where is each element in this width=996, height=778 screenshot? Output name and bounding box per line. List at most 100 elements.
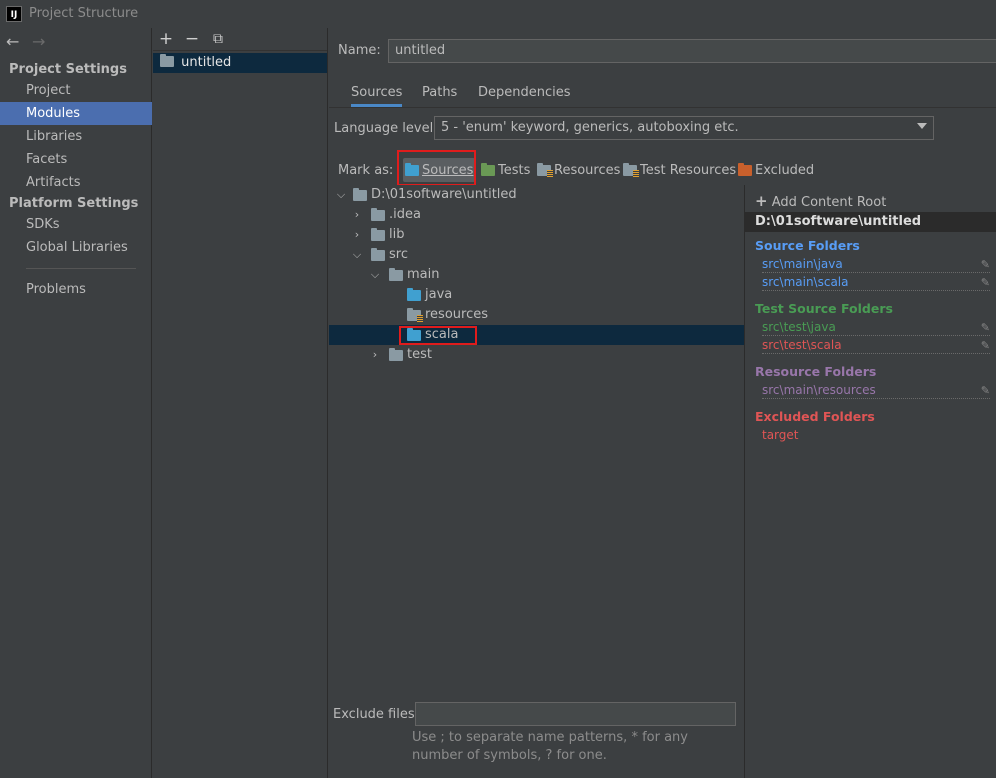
folder-icon: [389, 348, 403, 361]
chevron-down-icon[interactable]: ⌵: [369, 265, 381, 285]
nav-item-facets[interactable]: Facets: [0, 148, 152, 171]
mark-as-label: Mark as:: [338, 163, 394, 178]
intellij-logo-icon: IJ: [6, 6, 22, 22]
test-source-folder-item[interactable]: src\test\java ✎: [762, 320, 990, 336]
nav-item-modules[interactable]: Modules: [0, 102, 152, 125]
tree-row-java[interactable]: java: [329, 285, 745, 305]
highlight-box-sources: [397, 150, 476, 186]
add-content-root-label: Add Content Root: [771, 195, 887, 210]
tab-sources[interactable]: Sources: [351, 81, 403, 107]
tree-label-test: test: [407, 347, 432, 362]
edit-pencil-icon[interactable]: ✎: [981, 275, 990, 290]
title-bar: IJ Project Structure: [0, 0, 996, 28]
test-source-folders-title: Test Source Folders: [755, 301, 893, 316]
mark-tests-label: Tests: [498, 162, 531, 178]
resources-folder-icon: [407, 308, 423, 322]
tree-label-resources: resources: [425, 307, 489, 322]
source-folder-item[interactable]: src\main\java ✎: [762, 257, 990, 273]
folder-tree: ⌵ D:\01software\untitled › .idea › lib ⌵…: [329, 185, 745, 705]
back-arrow-icon[interactable]: ←: [6, 32, 19, 51]
mark-test-resources-label: Test Resources: [640, 162, 737, 178]
nav-item-libraries[interactable]: Libraries: [0, 125, 152, 148]
chevron-right-icon[interactable]: ›: [351, 205, 363, 225]
settings-nav: ← → Project Settings Project Modules Lib…: [0, 28, 152, 778]
edit-pencil-icon[interactable]: ✎: [981, 257, 990, 272]
content-root-path[interactable]: D:\01software\untitled: [745, 212, 996, 232]
tree-row-lib[interactable]: › lib: [329, 225, 745, 245]
tab-paths[interactable]: Paths: [422, 81, 457, 107]
nav-divider: [26, 268, 136, 269]
tests-folder-icon: [481, 162, 495, 176]
mark-resources-button[interactable]: Resources: [535, 158, 622, 182]
tree-row-resources[interactable]: resources: [329, 305, 745, 325]
tree-label-idea: .idea: [389, 207, 421, 222]
folder-icon: [353, 188, 367, 201]
chevron-down-icon[interactable]: ⌵: [335, 185, 347, 205]
copy-icon[interactable]: ⧉: [208, 31, 228, 47]
excluded-folder-item[interactable]: target: [762, 428, 990, 444]
tree-row-src[interactable]: ⌵ src: [329, 245, 745, 265]
mark-resources-label: Resources: [554, 162, 621, 178]
tree-row-root[interactable]: ⌵ D:\01software\untitled: [329, 185, 745, 205]
module-item-untitled[interactable]: untitled: [153, 53, 327, 73]
module-folder-icon: [160, 54, 174, 67]
remove-icon[interactable]: −: [182, 29, 202, 49]
chevron-down-icon[interactable]: ⌵: [351, 245, 363, 265]
source-folder-path: src\main\java: [762, 257, 843, 271]
test-source-folder-item[interactable]: src\test\scala ✎: [762, 338, 990, 354]
exclude-files-help: Use ; to separate name patterns, * for a…: [412, 730, 688, 763]
folder-icon: [371, 208, 385, 221]
content-roots-panel: + Add Content Root D:\01software\untitle…: [745, 185, 996, 778]
nav-item-problems[interactable]: Problems: [0, 278, 152, 301]
language-level-value: 5 - 'enum' keyword, generics, autoboxing…: [441, 120, 739, 135]
edit-pencil-icon[interactable]: ✎: [981, 320, 990, 335]
language-level-label: Language level:: [334, 121, 438, 136]
name-label: Name:: [338, 43, 381, 58]
test-source-folder-path: src\test\scala: [762, 338, 842, 352]
module-item-label: untitled: [181, 55, 232, 70]
tree-row-idea[interactable]: › .idea: [329, 205, 745, 225]
platform-settings-header: Platform Settings: [9, 196, 139, 211]
tree-row-test[interactable]: › test: [329, 345, 745, 365]
add-content-root-button[interactable]: + Add Content Root: [755, 192, 886, 210]
excluded-folder-icon: [738, 162, 752, 176]
folder-icon: [389, 268, 403, 281]
project-settings-header: Project Settings: [9, 62, 127, 77]
tab-dependencies[interactable]: Dependencies: [478, 81, 571, 107]
excluded-folder-path: target: [762, 428, 799, 442]
nav-item-sdks[interactable]: SDKs: [0, 213, 152, 236]
module-settings-panel: Name: untitled Sources Paths Dependencie…: [329, 28, 996, 778]
add-icon[interactable]: +: [156, 29, 176, 49]
edit-pencil-icon[interactable]: ✎: [981, 383, 990, 398]
tree-row-scala[interactable]: scala: [329, 325, 745, 345]
test-resources-folder-icon: [623, 162, 639, 177]
module-toolbar: + − ⧉: [153, 28, 327, 51]
test-source-folder-path: src\test\java: [762, 320, 836, 334]
chevron-right-icon[interactable]: ›: [351, 225, 363, 245]
resource-folders-title: Resource Folders: [755, 364, 877, 379]
tree-row-main[interactable]: ⌵ main: [329, 265, 745, 285]
resource-folder-path: src\main\resources: [762, 383, 876, 397]
forward-arrow-icon[interactable]: →: [32, 32, 45, 51]
highlight-box-scala: [399, 326, 477, 345]
resource-folder-item[interactable]: src\main\resources ✎: [762, 383, 990, 399]
edit-pencil-icon[interactable]: ✎: [981, 338, 990, 353]
module-name-input[interactable]: untitled: [388, 39, 996, 63]
tree-label-java: java: [425, 287, 453, 302]
exclude-files-input[interactable]: [415, 702, 736, 726]
source-folder-path: src\main\scala: [762, 275, 849, 289]
mark-excluded-label: Excluded: [755, 162, 815, 178]
nav-item-global-libraries[interactable]: Global Libraries: [0, 236, 152, 259]
language-level-select[interactable]: 5 - 'enum' keyword, generics, autoboxing…: [434, 116, 934, 140]
chevron-right-icon[interactable]: ›: [369, 345, 381, 365]
nav-item-project[interactable]: Project: [0, 79, 152, 102]
chevron-down-icon: [917, 123, 927, 129]
mark-test-resources-button[interactable]: Test Resources: [621, 158, 738, 182]
tabs-divider: [329, 107, 996, 108]
mark-excluded-button[interactable]: Excluded: [736, 158, 816, 182]
tree-label-root: D:\01software\untitled: [371, 187, 517, 202]
mark-tests-button[interactable]: Tests: [479, 158, 532, 182]
source-folder-item[interactable]: src\main\scala ✎: [762, 275, 990, 291]
source-folders-title: Source Folders: [755, 238, 860, 253]
nav-item-artifacts[interactable]: Artifacts: [0, 171, 152, 194]
